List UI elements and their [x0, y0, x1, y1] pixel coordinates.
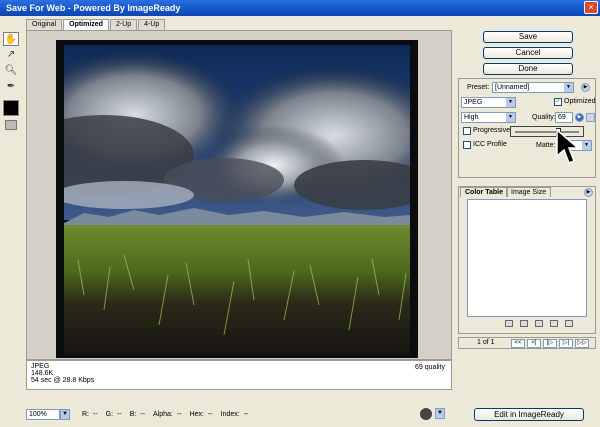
quality-label: Quality: [532, 114, 556, 121]
done-button[interactable]: Done [483, 63, 573, 75]
readout-g: G: [105, 410, 114, 418]
cancel-button[interactable]: Cancel [483, 47, 573, 59]
preview-image [64, 45, 410, 355]
mouse-cursor-icon [556, 128, 582, 167]
quality-slider-toggle-icon[interactable]: ▶ [575, 113, 584, 122]
animation-pager: 1 of 1 << <| |▷ ▷| ▷▷ [458, 337, 596, 349]
readout-hex-value: -- [207, 410, 213, 418]
preview-canvas[interactable] [26, 30, 452, 360]
format-select[interactable]: JPEG ▼ [461, 97, 516, 108]
eyedropper-color-swatch[interactable] [3, 100, 19, 116]
tab-2-up[interactable]: 2-Up [109, 19, 138, 30]
quality-mask-icon[interactable] [586, 113, 595, 122]
quality-value: 69 [558, 114, 566, 121]
shift-color-icon[interactable] [535, 320, 543, 327]
readout-hex: Hex: [189, 410, 204, 418]
next-frame-icon[interactable]: ▷| [559, 339, 573, 348]
chevron-down-icon: ▼ [582, 141, 591, 150]
preset-value: [Unnamed] [495, 84, 530, 91]
readout-index: Index: [220, 410, 240, 418]
readout-r: R: [82, 410, 89, 418]
file-format: JPEG [31, 363, 50, 370]
readout-alpha: Alpha: [153, 410, 173, 418]
icc-profile-checkbox[interactable] [463, 141, 471, 149]
icc-profile-label: ICC Profile [473, 141, 507, 148]
hand-tool-icon[interactable]: ✋ [3, 32, 19, 46]
lock-color-icon[interactable] [520, 320, 528, 327]
optimized-label: Optimized [564, 98, 596, 105]
color-table-actions [505, 320, 573, 327]
quality-level-value: High [464, 114, 479, 121]
download-time: 54 sec @ 28.8 Kbps [31, 377, 95, 384]
optimize-menu-icon[interactable]: ▶ [581, 83, 590, 92]
toolbox: ✋ ↗ 🔍︎ ✒ [3, 32, 20, 134]
tab-color-table[interactable]: Color Table [460, 187, 508, 197]
preset-label: Preset: [467, 84, 490, 91]
browser-preview-icon[interactable] [420, 408, 432, 420]
quality-note: 69 quality [415, 364, 445, 371]
color-table-area[interactable] [467, 199, 587, 317]
quality-input[interactable]: 69 [555, 112, 573, 123]
color-table-menu-icon[interactable]: ▶ [584, 188, 593, 197]
chevron-down-icon: ▼ [506, 113, 515, 122]
delete-color-icon[interactable] [565, 320, 573, 327]
chevron-down-icon: ▼ [564, 83, 573, 92]
last-frame-icon[interactable]: ▷▷ [575, 339, 589, 348]
window-titlebar: Save For Web - Powered By ImageReady [0, 0, 600, 16]
readout-b-value: -- [140, 410, 146, 418]
readout-r-value: -- [93, 410, 98, 418]
new-color-icon[interactable] [550, 320, 558, 327]
view-tabs: Original Optimized 2-Up 4-Up [26, 19, 166, 30]
previous-frame-icon[interactable]: <| [527, 339, 541, 348]
close-icon[interactable]: × [584, 1, 598, 14]
status-bar: 100% ▼ R: -- G: -- B: -- Alpha: -- Hex: … [26, 408, 466, 420]
toggle-slices-icon[interactable] [5, 120, 17, 130]
file-size: 148.6K [31, 370, 54, 377]
save-button[interactable]: Save [483, 31, 573, 43]
quality-level-select[interactable]: High ▼ [461, 112, 516, 123]
edit-in-imageready-button[interactable]: Edit in ImageReady [474, 408, 584, 421]
photo-frame [56, 40, 418, 358]
optimized-checkbox[interactable]: ✓ [554, 98, 562, 106]
preview-info-bar: JPEG 148.6K 54 sec @ 28.8 Kbps 69 qualit… [26, 360, 452, 390]
slice-select-tool-icon[interactable]: ↗ [3, 48, 19, 62]
tab-original[interactable]: Original [26, 19, 63, 30]
progressive-label: Progressive [473, 127, 510, 134]
tab-4-up[interactable]: 4-Up [138, 19, 166, 30]
readout-b: B: [129, 410, 137, 418]
eyedropper-tool-icon[interactable]: ✒ [3, 80, 19, 94]
first-frame-icon[interactable]: << [511, 339, 525, 348]
preset-select[interactable]: [Unnamed] ▼ [492, 82, 574, 93]
zoom-dropdown-icon[interactable]: ▼ [60, 408, 70, 420]
tab-image-size[interactable]: Image Size [506, 187, 552, 197]
web-snap-icon[interactable] [505, 320, 513, 327]
format-value: JPEG [464, 99, 483, 106]
zoom-level[interactable]: 100% [26, 408, 60, 420]
readout-index-value: -- [243, 410, 249, 418]
play-icon[interactable]: |▷ [543, 339, 557, 348]
window-title: Save For Web - Powered By ImageReady [6, 3, 181, 13]
tab-optimized[interactable]: Optimized [63, 19, 109, 30]
matte-label: Matte: [536, 142, 556, 149]
browser-dropdown-icon[interactable]: ▼ [435, 408, 445, 419]
progressive-checkbox[interactable] [463, 127, 471, 135]
chevron-down-icon: ▼ [506, 98, 515, 107]
zoom-tool-icon[interactable]: 🔍︎ [3, 64, 19, 78]
frame-count: 1 of 1 [477, 339, 495, 346]
readout-alpha-value: -- [176, 410, 182, 418]
readout-g-value: -- [117, 410, 122, 418]
